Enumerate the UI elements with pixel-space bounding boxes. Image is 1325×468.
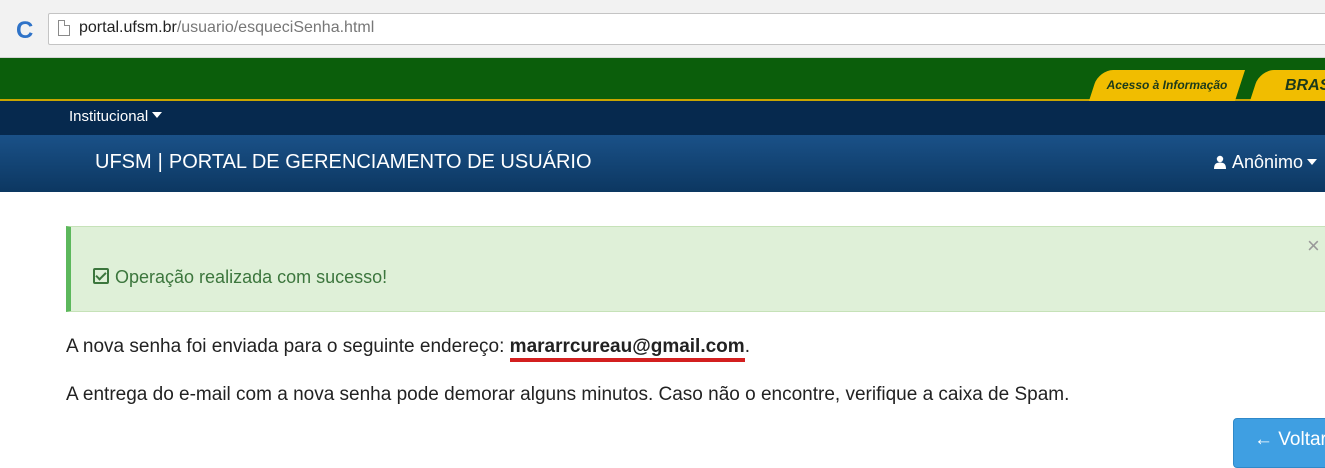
recipient-email: mararrcureau@gmail.com [509,336,745,362]
portal-name: PORTAL DE GERENCIAMENTO DE USUÁRIO [168,151,592,173]
address-bar[interactable]: portal.ufsm.br/usuario/esqueciSenha.html [48,13,1325,45]
brand-name: UFSM [95,151,152,173]
acesso-informacao-link[interactable]: Acesso à Informação [1088,70,1246,101]
user-menu[interactable]: Anônimo [1213,152,1317,173]
delivery-note: A entrega do e-mail com a nova senha pod… [66,384,1070,405]
url-host: portal.ufsm.br [79,19,177,36]
back-button[interactable]: ← Voltar [1233,418,1325,468]
url-text[interactable]: portal.ufsm.br/usuario/esqueciSenha.html [79,19,374,37]
browser-toolbar: C portal.ufsm.br/usuario/esqueciSenha.ht… [0,0,1325,58]
success-alert: Operação realizada com sucesso! × [66,226,1325,312]
portal-title[interactable]: UFSM | PORTAL DE GERENCIAMENTO DE USUÁRIO [95,151,592,174]
check-square-icon [93,268,109,284]
institutional-menu-label: Institucional [69,108,149,125]
portal-header: UFSM | PORTAL DE GERENCIAMENTO DE USUÁRIO … [0,135,1325,192]
email-sent-period: . [744,336,750,357]
reload-icon[interactable]: C [16,19,38,43]
acesso-informacao-label: Acesso à Informação [1106,78,1228,92]
arrow-left-icon: ← [1254,429,1273,450]
email-sent-paragraph: A nova senha foi enviada para o seguinte… [66,336,750,362]
institutional-menu[interactable]: Institucional [69,108,163,125]
url-path: /usuario/esqueciSenha.html [176,19,375,36]
alert-message-text: Operação realizada com sucesso! [115,267,388,287]
email-sent-text: A nova senha foi enviada para o seguinte… [66,336,505,357]
user-menu-label: Anônimo [1231,152,1303,172]
close-icon[interactable]: × [1307,233,1320,259]
caret-down-icon [1307,159,1317,165]
brasil-link[interactable]: BRASIL [1249,70,1325,101]
gov-bar: Acesso à Informação BRASIL [0,58,1325,101]
alert-message: Operação realizada com sucesso! [93,267,387,288]
user-icon [1213,155,1226,169]
institutional-bar: Institucional [0,101,1325,135]
caret-down-icon [152,112,163,118]
title-separator: | [157,151,163,173]
brasil-label: BRASIL [1285,77,1325,94]
page-icon [58,20,70,36]
back-button-label: Voltar [1278,429,1325,450]
